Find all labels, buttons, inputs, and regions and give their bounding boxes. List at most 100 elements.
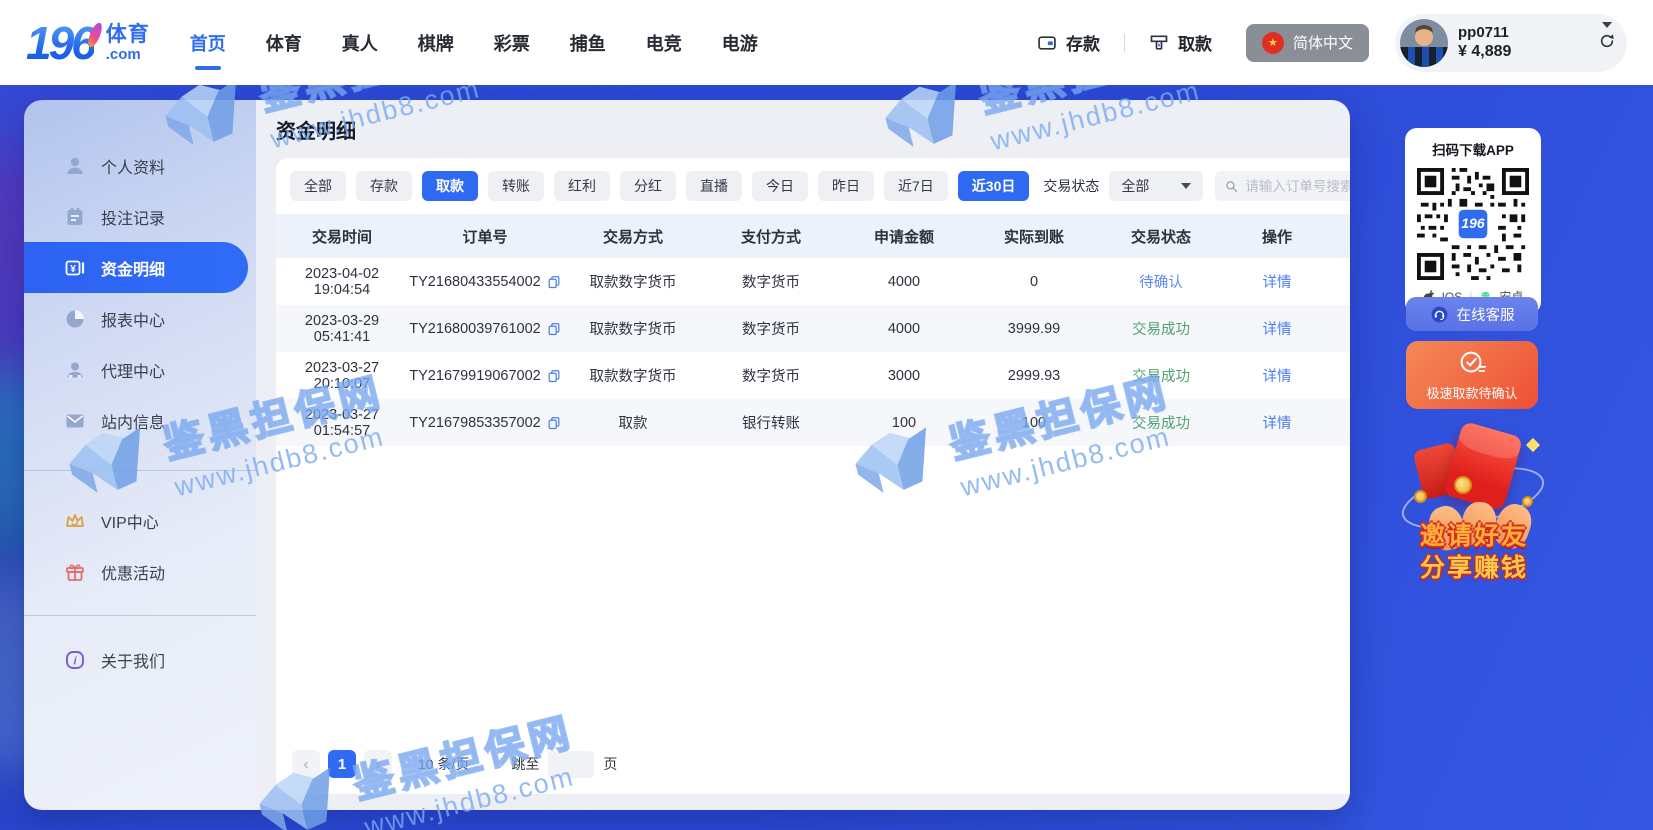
cell-amount: 3000: [838, 368, 970, 384]
cell-time: 2023-03-27 20:10:07: [276, 360, 408, 392]
sidebar-item-bet-records[interactable]: 投注记录: [24, 191, 256, 242]
main-card: 个人资料 投注记录 ¥ 资金明细 报表中心: [24, 100, 1350, 810]
people-icon: [64, 359, 86, 381]
sidebar-item-messages[interactable]: 站内信息: [24, 395, 256, 446]
nav-item-sports[interactable]: 体育: [266, 20, 302, 66]
language-label: 简体中文: [1293, 32, 1353, 53]
avatar[interactable]: [1400, 19, 1448, 67]
jump-label: 跳至: [511, 754, 539, 774]
nav-item-games[interactable]: 电游: [722, 20, 758, 66]
funds-panel: 全部 存款 取款 转账 红利 分红 直播 今日 昨日 近7日 近30日 交易状态…: [276, 158, 1350, 794]
cell-actual: 100: [970, 415, 1098, 431]
status-select-value: 全部: [1121, 176, 1149, 196]
status-filter-label: 交易状态: [1043, 176, 1099, 196]
brand-word: 体育: [106, 24, 150, 45]
sidebar-item-about[interactable]: i 关于我们: [24, 634, 256, 685]
brand-number: 196: [26, 20, 94, 66]
nav-item-chess[interactable]: 棋牌: [418, 20, 454, 66]
refresh-icon[interactable]: [1599, 33, 1615, 49]
rail-support-button[interactable]: 在线客服: [1406, 297, 1538, 331]
withdraw-button[interactable]: 取款: [1149, 30, 1212, 55]
deposit-button[interactable]: 存款: [1037, 30, 1100, 55]
nav-item-home[interactable]: 首页: [190, 20, 226, 66]
table-row: 2023-03-27 20:10:07 TY21679919067002 取款数…: [276, 352, 1350, 399]
sidebar-item-funds[interactable]: ¥ 资金明细: [24, 242, 248, 293]
qr-code-image: 196: [1417, 168, 1529, 280]
brand-logo[interactable]: 196 体育 .com: [26, 20, 150, 66]
fast-withdraw-label: 极速取款待确认: [1426, 383, 1517, 402]
sidebar-item-reports[interactable]: 报表中心: [24, 293, 256, 344]
cell-time: 2023-03-27 01:54:57: [276, 407, 408, 439]
copy-icon[interactable]: [547, 322, 561, 336]
page-1-button[interactable]: 1: [328, 750, 356, 778]
search-input[interactable]: [1245, 179, 1350, 194]
detail-link[interactable]: 详情: [1263, 416, 1292, 432]
prev-page-button[interactable]: ‹: [292, 750, 320, 778]
copy-icon[interactable]: [547, 369, 561, 383]
nav-item-esports[interactable]: 电竞: [646, 20, 682, 66]
info-icon: i: [64, 649, 86, 671]
copy-icon[interactable]: [547, 275, 561, 289]
fast-withdraw-button[interactable]: 极速取款待确认: [1406, 341, 1538, 409]
date-filter-today[interactable]: 今日: [752, 171, 808, 201]
cell-payment: 数字货币: [704, 365, 838, 386]
type-filter-bonus[interactable]: 红利: [554, 171, 610, 201]
coin-icon: [1414, 490, 1427, 503]
date-filter-yesterday[interactable]: 昨日: [818, 171, 874, 201]
nav-item-lottery[interactable]: 彩票: [494, 20, 530, 66]
type-filter-stream[interactable]: 直播: [686, 171, 742, 201]
record-book-icon: [64, 206, 86, 228]
search-icon: [1225, 179, 1238, 194]
balance: ¥ 4,889: [1458, 43, 1511, 61]
user-account[interactable]: pp0711 ¥ 4,889: [1395, 14, 1627, 72]
fast-clock-icon: [1457, 348, 1487, 378]
withdraw-label: 取款: [1178, 30, 1212, 55]
order-search[interactable]: [1215, 171, 1350, 201]
page-unit-label: 页: [603, 754, 617, 774]
next-page-button[interactable]: ›: [364, 750, 392, 778]
chevron-down-icon[interactable]: [1602, 22, 1612, 28]
language-selector[interactable]: ★ 简体中文: [1246, 24, 1369, 62]
cell-amount: 4000: [838, 321, 970, 337]
detail-link[interactable]: 详情: [1263, 275, 1292, 291]
sidebar-item-promotions[interactable]: 优惠活动: [24, 546, 256, 597]
cell-payment: 数字货币: [704, 318, 838, 339]
type-filter-deposit[interactable]: 存款: [356, 171, 412, 201]
jump-page-input[interactable]: [548, 751, 594, 778]
copy-icon[interactable]: [547, 416, 561, 430]
sidebar-item-agent[interactable]: 代理中心: [24, 344, 256, 395]
date-filter-30days[interactable]: 近30日: [958, 171, 1030, 201]
coin-icon: [1454, 476, 1472, 494]
detail-link[interactable]: 详情: [1263, 322, 1292, 338]
type-filter-transfer[interactable]: 转账: [488, 171, 544, 201]
cell-actual: 2999.93: [970, 368, 1098, 384]
money-yuan-icon: ¥: [64, 257, 86, 279]
rail-support-label: 在线客服: [1457, 304, 1515, 325]
avatar-image: [1400, 19, 1448, 67]
type-filter-dividend[interactable]: 分红: [620, 171, 676, 201]
coin-icon: [1522, 496, 1533, 507]
promo-line2: 分享赚钱: [1396, 548, 1552, 584]
filter-row: 全部 存款 取款 转账 红利 分红 直播 今日 昨日 近7日 近30日 交易状态…: [276, 171, 1350, 201]
status-badge: 待确认: [1098, 271, 1224, 292]
detail-link[interactable]: 详情: [1263, 369, 1292, 385]
invite-promo-banner[interactable]: 邀请好友 分享赚钱: [1396, 420, 1552, 582]
cell-method: 取款数字货币: [562, 271, 704, 292]
cell-order: TY21680039761002: [409, 321, 540, 337]
sidebar-item-profile[interactable]: 个人资料: [24, 140, 256, 191]
nav-item-fishing[interactable]: 捕鱼: [570, 20, 606, 66]
col-method: 交易方式: [562, 226, 704, 247]
type-filter-all[interactable]: 全部: [290, 171, 346, 201]
nav-item-live[interactable]: 真人: [342, 20, 378, 66]
brand-domain: .com: [106, 47, 150, 62]
svg-text:i: i: [73, 655, 77, 667]
col-action: 操作: [1224, 226, 1330, 247]
sidebar-item-vip[interactable]: VIP中心: [24, 495, 256, 546]
type-filter-withdraw[interactable]: 取款: [422, 171, 478, 201]
cell-order: TY21679919067002: [409, 368, 540, 384]
cell-amount: 4000: [838, 274, 970, 290]
cell-payment: 银行转账: [704, 412, 838, 433]
svg-text:¥: ¥: [70, 264, 76, 275]
date-filter-7days[interactable]: 近7日: [884, 171, 948, 201]
status-select[interactable]: 全部: [1109, 171, 1203, 201]
